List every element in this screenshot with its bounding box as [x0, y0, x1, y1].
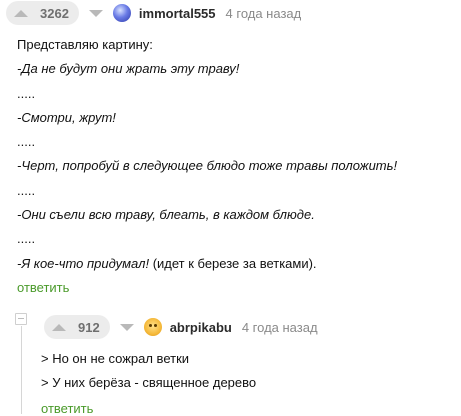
comment: 3262 immortal555 4 года назад Представля…	[0, 0, 461, 300]
upvote-icon[interactable]	[14, 9, 28, 17]
collapse-thread-icon[interactable]	[15, 313, 27, 325]
upvote-icon[interactable]	[52, 323, 66, 331]
thread-line[interactable]	[21, 326, 22, 414]
reply-link[interactable]: ответить	[17, 280, 69, 295]
comment-body: > Но он не сожрал ветки > У них берёза -…	[41, 347, 256, 395]
vote-count: 3262	[40, 5, 69, 21]
downvote-icon[interactable]	[119, 323, 134, 331]
avatar[interactable]	[112, 4, 131, 22]
timestamp[interactable]: 4 года назад	[242, 320, 318, 335]
comment-line: .....	[17, 231, 36, 247]
username[interactable]: abrpikabu	[170, 320, 232, 335]
comment-line: Представляю картину:	[17, 37, 153, 52]
vote-counter: 912	[44, 315, 110, 339]
comment-line: .....	[17, 182, 36, 198]
comment-line: -Черт, попробуй в следующее блюдо тоже т…	[17, 158, 398, 174]
comment-line-italic: -Я кое-что придумал!	[17, 255, 150, 271]
comment-line: .....	[17, 134, 36, 150]
comment-header: 912 abrpikabu 4 года назад	[44, 315, 318, 339]
comment-line: -Смотри, жрут!	[17, 109, 116, 125]
vote-counter: 3262	[6, 1, 79, 25]
vote-count: 912	[78, 319, 100, 335]
comment-line: > Но он не сожрал ветки	[41, 351, 190, 366]
comment-line: -Да не будут они жрать эту траву!	[17, 61, 240, 77]
comment-line: -Они съели всю траву, блеать, в каждом б…	[17, 207, 315, 223]
username[interactable]: immortal555	[139, 6, 216, 21]
timestamp[interactable]: 4 года назад	[226, 6, 302, 21]
comment-body: Представляю картину: -Да не будут они жр…	[17, 33, 397, 276]
downvote-icon[interactable]	[88, 9, 103, 17]
comment-line-plain: (идет к березе за ветками).	[149, 255, 317, 271]
comment-header: 3262 immortal555 4 года назад	[6, 1, 301, 25]
comment-line: .....	[17, 85, 36, 101]
comment-line: -Я кое-что придумал! (идет к березе за в…	[17, 252, 397, 276]
comment-line: > У них берёза - священное дерево	[41, 375, 257, 390]
avatar[interactable]	[143, 318, 162, 336]
